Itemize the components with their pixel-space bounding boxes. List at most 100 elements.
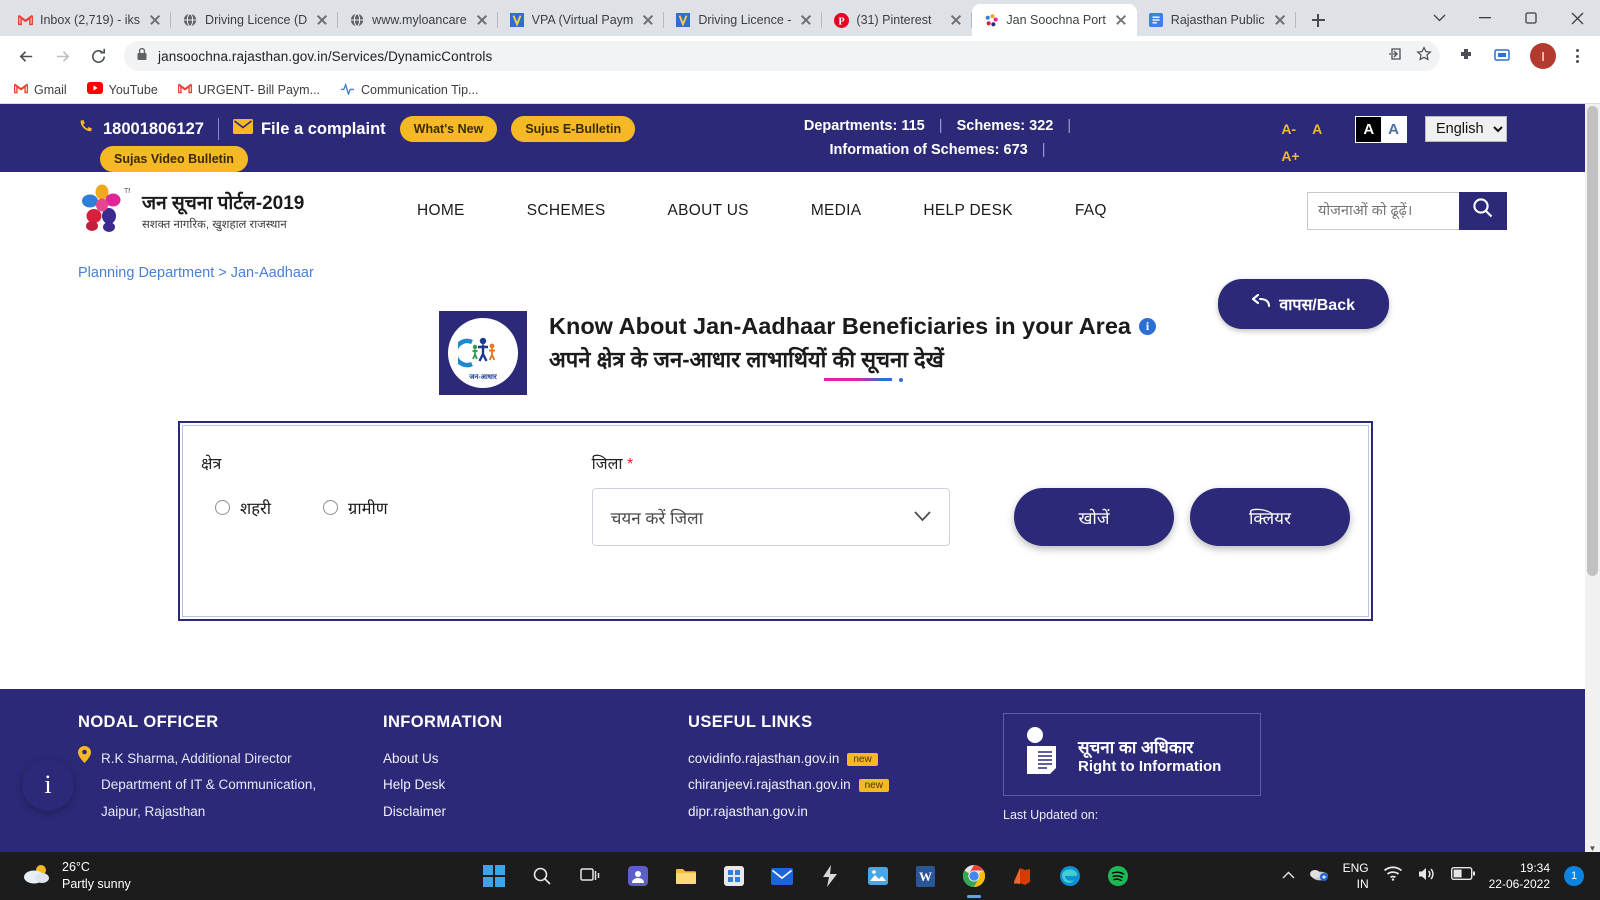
wifi-icon[interactable] [1383,866,1403,886]
whats-new-button[interactable]: What's New [399,116,498,142]
contrast-dark-option[interactable]: A [1356,117,1382,142]
language-select[interactable]: English [1425,116,1507,142]
search-submit-button[interactable]: खोजें [1014,488,1174,546]
close-icon[interactable] [640,12,656,28]
spotify-icon[interactable] [1105,863,1131,889]
bookmark-item[interactable]: Communication Tip... [340,82,478,98]
power-automate-icon[interactable] [817,863,843,889]
contrast-light-option[interactable]: A [1381,117,1406,142]
battery-icon[interactable] [1450,866,1475,885]
search-input[interactable] [1307,191,1459,230]
close-icon[interactable] [314,12,330,28]
new-tab-button[interactable] [1304,6,1332,34]
breadcrumb[interactable]: Planning Department > Jan-Aadhaar [78,249,1507,281]
footer-link-disclaimer[interactable]: Disclaimer [383,799,688,825]
footer-link-chiranjeevi[interactable]: chiranjeevi.rajasthan.gov.in [688,772,851,798]
footer-link-about-us[interactable]: About Us [383,746,688,772]
browser-tab[interactable]: Driving Licence - [664,4,823,36]
footer-link-covidinfo[interactable]: covidinfo.rajasthan.gov.in [688,746,839,772]
chevron-down-icon[interactable] [1416,0,1462,36]
radio-urban[interactable]: शहरी [215,496,271,519]
browser-tab[interactable]: www.myloancare [338,4,499,36]
nav-item-help-desk[interactable]: HELP DESK [892,202,1043,220]
word-icon[interactable]: W [913,863,939,889]
start-button[interactable] [481,863,507,889]
footer-link-dipr[interactable]: dipr.rajasthan.gov.in [688,799,808,825]
office-icon[interactable] [1009,863,1035,889]
volume-icon[interactable] [1417,866,1437,887]
maximize-button[interactable] [1508,0,1554,36]
task-view-icon[interactable] [577,863,603,889]
forward-navigation-icon[interactable] [46,40,78,72]
radio-rural-input[interactable] [323,500,339,515]
extensions-icon[interactable] [1450,40,1482,72]
input-language-indicator[interactable]: ENG IN [1343,860,1369,892]
teams-icon[interactable] [625,863,651,889]
clear-button[interactable]: क्लियर [1190,488,1350,546]
footer-link-help-desk[interactable]: Help Desk [383,772,688,798]
radio-rural[interactable]: ग्रामीण [323,496,388,519]
bookmark-item[interactable]: Gmail [13,83,67,97]
edge-icon[interactable] [1057,863,1083,889]
close-icon[interactable] [474,12,490,28]
clock[interactable]: 19:34 22-06-2022 [1489,860,1550,892]
browser-tab[interactable]: Driving Licence (D [171,4,339,36]
browser-tab-active[interactable]: Jan Soochna Port [972,4,1137,36]
rti-banner[interactable]: सूचना का अधिकार Right to Information [1003,713,1261,796]
back-navigation-icon[interactable] [10,40,42,72]
onedrive-icon[interactable] [1309,867,1329,886]
font-increase-button[interactable]: A+ [1281,143,1299,170]
nav-item-about-us[interactable]: ABOUT US [636,202,779,220]
video-bulletin-button[interactable]: Sujas Video Bulletin [100,146,248,172]
tray-expand-icon[interactable] [1282,867,1295,885]
nav-item-schemes[interactable]: SCHEMES [496,202,637,220]
font-decrease-button[interactable]: A- [1281,116,1296,143]
nav-item-media[interactable]: MEDIA [780,202,893,220]
bookmark-item[interactable]: URGENT- Bill Paym... [177,83,320,97]
accessibility-info-button[interactable]: i [22,759,74,811]
scrollbar-thumb[interactable] [1587,106,1598,576]
browser-tab[interactable]: Inbox (2,719) - iks [6,4,172,36]
back-button[interactable]: वापस/Back [1218,279,1389,329]
reload-icon[interactable] [82,40,114,72]
helpline-phone[interactable]: 18001806127 [78,118,204,140]
close-icon[interactable] [1272,12,1288,28]
close-icon[interactable] [948,12,964,28]
bookmark-item[interactable]: YouTube [86,82,158,97]
weather-widget[interactable]: 26°C Partly sunny [0,859,330,893]
browser-tab[interactable]: Rajasthan Public [1137,4,1296,36]
info-icon[interactable]: i [1138,318,1156,335]
contrast-toggle[interactable]: A A [1355,116,1407,143]
notification-badge[interactable]: 1 [1564,866,1584,886]
nav-item-faq[interactable]: FAQ [1044,202,1138,220]
share-icon[interactable] [1388,46,1404,67]
nav-item-home[interactable]: HOME [386,202,496,220]
radio-urban-input[interactable] [215,500,230,515]
taskbar-search-icon[interactable] [529,863,555,889]
bookmark-star-icon[interactable] [1416,45,1432,67]
site-logo[interactable]: TM जन सूचना पोर्टल-2019 सशक्त नागरिक, खु… [78,183,348,238]
browser-tab[interactable]: P (31) Pinterest [822,4,973,36]
district-label: जिला * [592,452,968,474]
media-cast-icon[interactable] [1486,40,1518,72]
e-bulletin-button[interactable]: Sujus E-Bulletin [511,116,636,142]
close-icon[interactable] [147,12,163,28]
mail-icon[interactable] [769,863,795,889]
minimize-button[interactable] [1462,0,1508,36]
microsoft-store-icon[interactable] [721,863,747,889]
file-complaint-link[interactable]: File a complaint [232,119,386,139]
search-button[interactable] [1459,191,1507,230]
district-select[interactable]: चयन करें जिला [591,488,950,546]
close-window-button[interactable] [1554,0,1600,36]
profile-avatar[interactable]: I [1530,43,1556,69]
file-explorer-icon[interactable] [673,863,699,889]
photos-icon[interactable] [865,863,891,889]
chrome-icon[interactable] [961,863,987,898]
page-scrollbar[interactable]: ▲ ▼ [1585,104,1600,856]
browser-tab[interactable]: VPA (Virtual Paym [498,4,665,36]
browser-menu-icon[interactable] [1564,49,1590,63]
address-bar[interactable]: jansoochna.rajasthan.gov.in/Services/Dyn… [124,41,1440,71]
close-icon[interactable] [1113,12,1129,28]
font-normal-button[interactable]: A [1312,116,1322,143]
close-icon[interactable] [798,12,814,28]
